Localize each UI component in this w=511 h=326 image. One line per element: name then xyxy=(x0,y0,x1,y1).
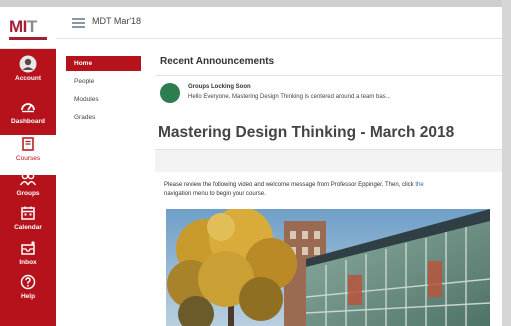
nav-account-label: Account xyxy=(15,75,41,82)
window-frame-top xyxy=(0,0,511,7)
nav-courses[interactable]: Courses xyxy=(0,135,56,175)
user-avatar-icon xyxy=(19,55,37,73)
course-navigation: Home People Modules Grades xyxy=(66,56,141,125)
intro-text: Please review the following video and we… xyxy=(164,182,414,188)
calendar-icon xyxy=(21,206,35,220)
dashboard-gauge-icon xyxy=(21,103,35,113)
nav-calendar[interactable]: Calendar xyxy=(0,204,56,244)
course-header: MDT Mar'18 xyxy=(56,7,502,39)
mit-logo[interactable]: MIT xyxy=(0,7,56,49)
nav-help-label: Help xyxy=(20,293,36,300)
help-icon xyxy=(20,274,36,290)
nav-dashboard[interactable]: Dashboard xyxy=(0,98,56,138)
course-breadcrumb[interactable]: MDT Mar'18 xyxy=(92,16,141,26)
intro-paragraph: Please review the following video and we… xyxy=(164,181,502,199)
announcement-avatar xyxy=(160,83,180,103)
course-nav-modules[interactable]: Modules xyxy=(66,92,141,107)
announcement-title[interactable]: Groups Locking Soon xyxy=(188,84,251,90)
nav-account[interactable]: Account xyxy=(0,55,56,95)
book-icon xyxy=(22,137,34,151)
global-navigation: MIT Account Dashboard Courses Groups Cal… xyxy=(0,7,56,326)
inbox-icon xyxy=(21,241,35,255)
course-nav-grades[interactable]: Grades xyxy=(66,110,141,125)
nav-inbox-label: Inbox xyxy=(19,259,37,266)
hamburger-menu-icon[interactable] xyxy=(72,18,85,28)
main-content: Recent Announcements Groups Locking Soon… xyxy=(155,48,502,326)
nav-help[interactable]: Help xyxy=(0,273,56,313)
groups-icon xyxy=(19,172,37,186)
announcement-excerpt: Hello Everyone, Mastering Design Thinkin… xyxy=(188,94,391,100)
divider xyxy=(155,75,502,76)
logo-wordmark: MIT xyxy=(9,17,37,36)
announcement-item[interactable]: Groups Locking Soon Hello Everyone, Mast… xyxy=(160,81,500,109)
course-nav-home[interactable]: Home xyxy=(66,56,141,71)
window-frame-right xyxy=(502,0,511,326)
nav-courses-label: Courses xyxy=(15,155,41,162)
logo-underline xyxy=(9,37,47,40)
content-band xyxy=(155,150,502,172)
intro-link[interactable]: the xyxy=(415,182,423,188)
intro-text-2: navigation menu to begin your course. xyxy=(164,191,266,197)
page-title: Mastering Design Thinking - March 2018 xyxy=(158,124,455,141)
course-nav-people[interactable]: People xyxy=(66,74,141,89)
campus-building-image xyxy=(166,209,490,326)
nav-dashboard-label: Dashboard xyxy=(11,118,45,125)
recent-announcements-heading: Recent Announcements xyxy=(160,56,275,67)
nav-calendar-label: Calendar xyxy=(14,224,42,231)
nav-groups-label: Groups xyxy=(16,190,40,197)
